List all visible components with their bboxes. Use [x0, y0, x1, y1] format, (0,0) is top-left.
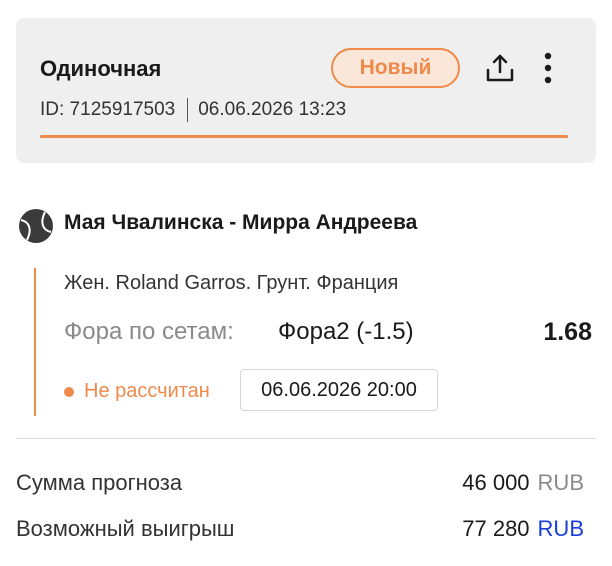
status-dot-icon [64, 386, 74, 397]
payout-value: 77 280 RUB [462, 516, 584, 542]
stake-row: Сумма прогноза 46 000 RUB [16, 470, 584, 496]
selection-value: Фора2 (-1.5) [278, 318, 414, 345]
settlement-status: Не рассчитан [64, 380, 210, 403]
bet-id: ID: 7125917503 [40, 99, 176, 120]
stake-label: Сумма прогноза [16, 470, 183, 495]
status-text: Не рассчитан [84, 380, 210, 402]
bet-type-title: Одиночная [40, 56, 162, 81]
bet-meta: ID: 7125917503 06.06.2026 13:23 [40, 98, 346, 122]
accent-underline [40, 135, 568, 138]
payout-label: Возможный выигрыш [16, 516, 235, 541]
stake-currency: RUB [537, 470, 584, 495]
status-badge-new: Новый [331, 48, 460, 88]
bet-datetime: 06.06.2026 13:23 [198, 99, 347, 120]
event-start-time: 06.06.2026 20:00 [240, 369, 438, 411]
event-title[interactable]: Мая Чвалинска - Мирра Андреева [64, 211, 417, 235]
tennis-ball-icon [19, 209, 53, 243]
market-label: Фора по сетам: [64, 318, 234, 345]
payout-currency: RUB [537, 516, 584, 541]
bet-header-card: Одиночная Новый ID: 7125917503 06.06.202… [16, 18, 596, 163]
stake-value: 46 000 RUB [462, 470, 584, 496]
section-divider [16, 438, 596, 439]
share-icon[interactable] [482, 50, 518, 86]
odds-value: 1.68 [543, 318, 592, 346]
payout-amount: 77 280 [462, 516, 530, 541]
stake-amount: 46 000 [462, 470, 530, 495]
event-accent-bar [34, 268, 36, 416]
meta-separator [187, 98, 189, 122]
payout-row: Возможный выигрыш 77 280 RUB [16, 516, 584, 542]
tournament-name: Жен. Roland Garros. Грунт. Франция [64, 272, 399, 294]
more-vertical-icon[interactable] [536, 48, 560, 88]
